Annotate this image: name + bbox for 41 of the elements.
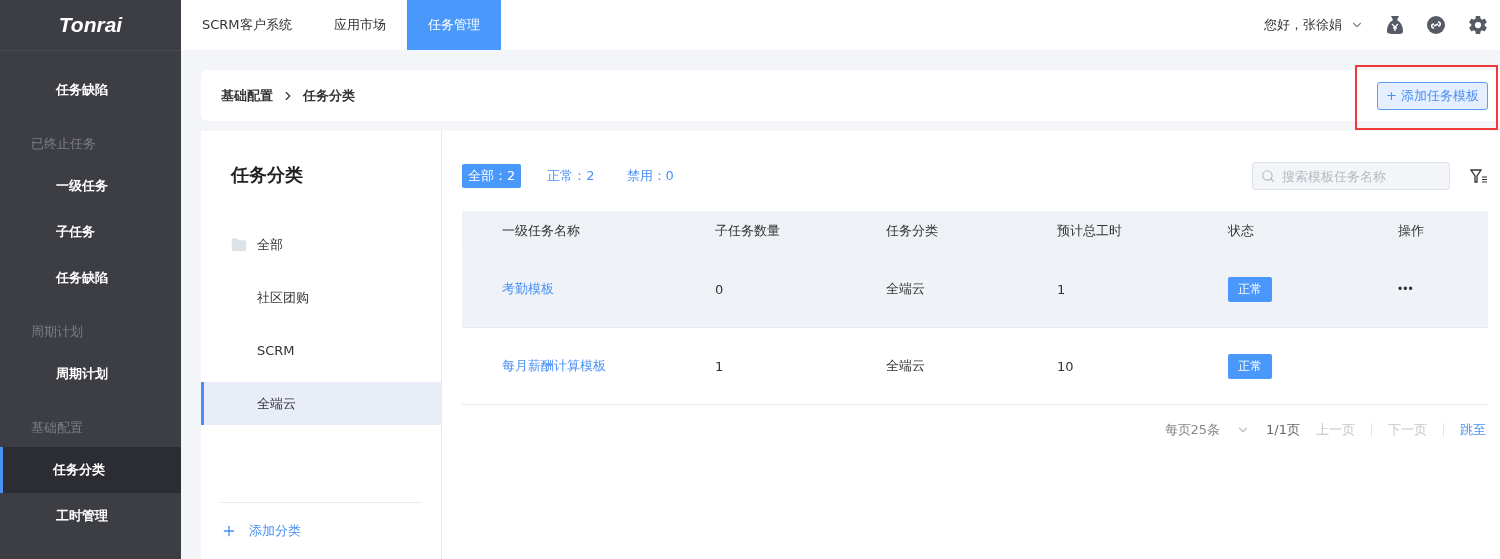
page-size-select[interactable]: 每页25条 (1164, 421, 1221, 439)
panel-title: 任务分类 (231, 164, 303, 185)
category-item[interactable]: 全部 (201, 223, 441, 266)
status-tag: 正常 (1228, 276, 1272, 302)
settings-icon[interactable] (1468, 15, 1488, 35)
table-cell: 10 (1057, 358, 1074, 374)
breadcrumb-item[interactable]: 基础配置 (221, 86, 273, 105)
plus-icon (221, 523, 237, 539)
money-bag-icon[interactable] (1386, 15, 1404, 35)
category-item[interactable]: 社区团购 (201, 276, 441, 319)
table-cell: 全端云 (886, 357, 925, 375)
sidebar-item[interactable]: 工时管理 (0, 493, 181, 539)
table-cell: 全端云 (886, 280, 925, 298)
filter-icon[interactable] (1470, 168, 1488, 184)
sidebar-group-title: 周期计划 (30, 323, 84, 341)
sidebar-item[interactable]: 子任务 (0, 209, 181, 255)
table-cell: 1 (715, 358, 724, 374)
sidebar-item[interactable]: 任务分类 (0, 447, 181, 493)
search-field[interactable]: 搜索模板任务名称 (1252, 162, 1450, 190)
page-count: 1/1页 (1266, 421, 1300, 439)
breadcrumb-item: 任务分类 (303, 86, 355, 105)
folder-icon (231, 236, 247, 253)
table-cell: 0 (715, 281, 724, 297)
search-icon (1261, 169, 1275, 183)
category-item[interactable]: 全端云 (201, 382, 441, 425)
category-item[interactable]: SCRM (201, 329, 441, 372)
sidebar-item[interactable]: 一级任务 (0, 163, 181, 209)
nav-tab[interactable]: 应用市场 (312, 0, 407, 50)
status-tag: 正常 (1228, 353, 1272, 379)
table-cell: 1 (1057, 281, 1066, 297)
link-circle-icon[interactable] (1426, 15, 1446, 35)
sidebar-group-title: 已终止任务 (30, 135, 97, 153)
nav-tab[interactable]: SCRM客户系统 (181, 0, 313, 50)
sidebar-group-title: 基础配置 (30, 419, 84, 437)
sidebar-item[interactable]: 任务缺陷 (0, 255, 181, 301)
sidebar-item[interactable]: 周期计划 (0, 351, 181, 397)
logo: Tonrai (58, 13, 123, 37)
table-row[interactable]: 考勤模板 0 全端云 1 正常 ••• (462, 251, 1488, 328)
user-menu[interactable]: 您好，张徐娟 (1264, 16, 1364, 34)
sidebar-item[interactable]: 任务缺陷 (0, 67, 181, 113)
more-button[interactable]: ••• (1398, 282, 1414, 296)
